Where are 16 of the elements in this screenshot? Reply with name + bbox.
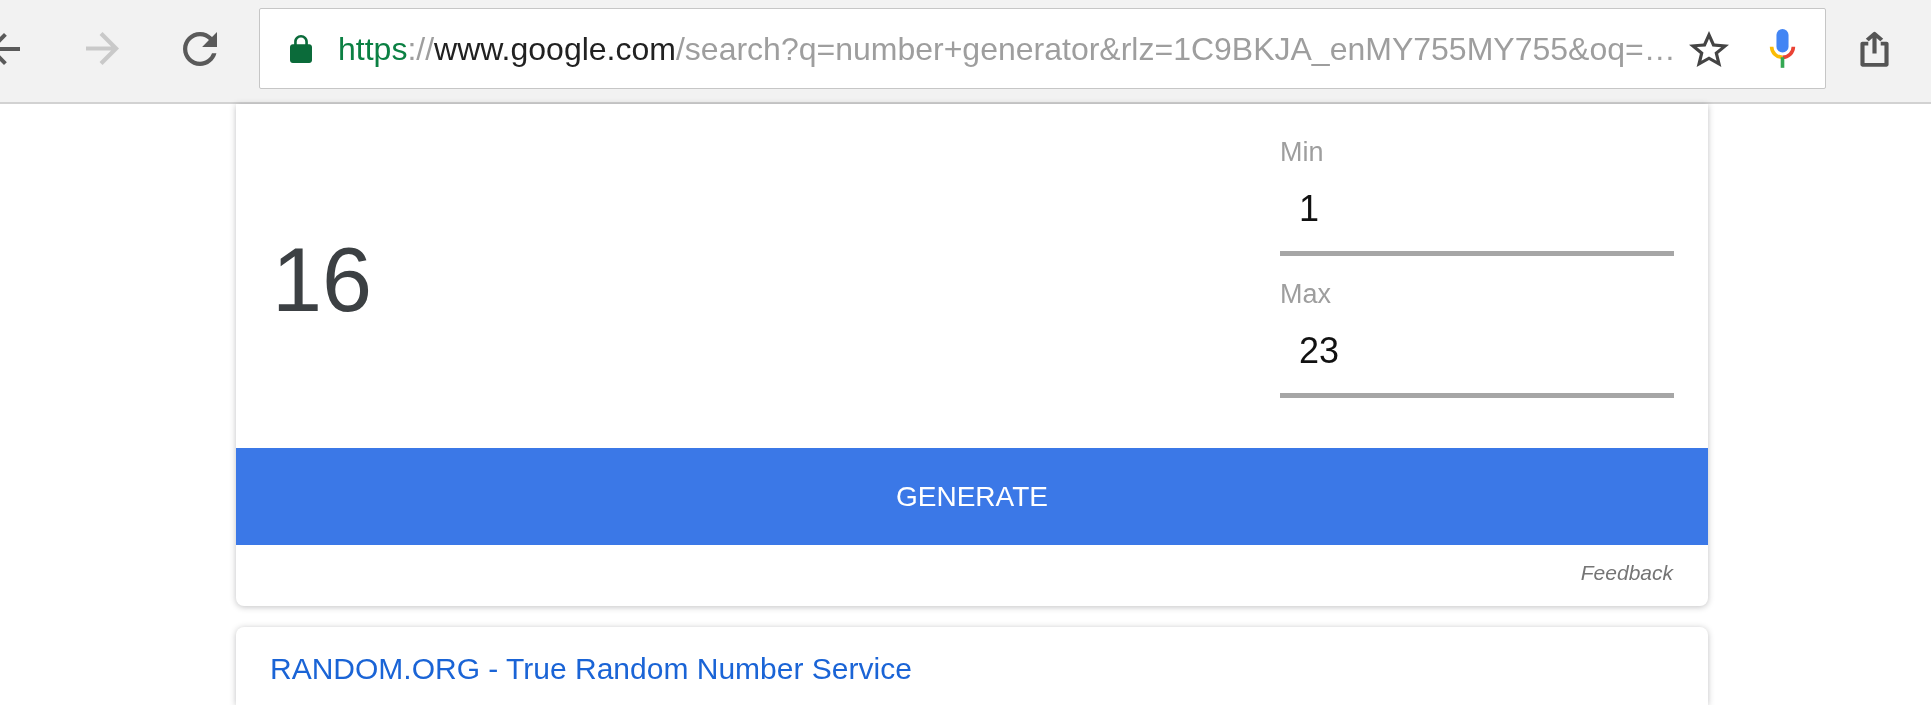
field-label: Max xyxy=(1280,278,1332,310)
generate-button[interactable]: GENERATE xyxy=(236,448,1708,545)
random-number-result: 16 xyxy=(272,235,373,325)
field-label: Min xyxy=(1280,136,1325,168)
microphone-icon[interactable] xyxy=(1768,28,1797,69)
back-icon[interactable] xyxy=(0,32,20,65)
address-bar[interactable]: https://www.google.com/search?q=number+generator&rlz=1C9BKJA_enMY755MY755&oq=… xyxy=(259,8,1826,89)
lock-icon xyxy=(290,34,312,63)
url-text: https://www.google.com/search?q=number+generator&rlz=1C9BKJA_enMY755MY755&oq=… xyxy=(338,29,1676,69)
number-field[interactable]: 1 xyxy=(1280,187,1674,256)
star-icon[interactable] xyxy=(1689,30,1729,67)
number-field[interactable]: 23 xyxy=(1280,329,1674,398)
share-icon[interactable] xyxy=(1860,30,1889,67)
result-title-link[interactable]: RANDOM.ORG - True Random Number Service xyxy=(270,652,912,686)
feedback-link[interactable]: Feedback xyxy=(1580,560,1673,586)
reload-icon[interactable] xyxy=(183,31,217,66)
